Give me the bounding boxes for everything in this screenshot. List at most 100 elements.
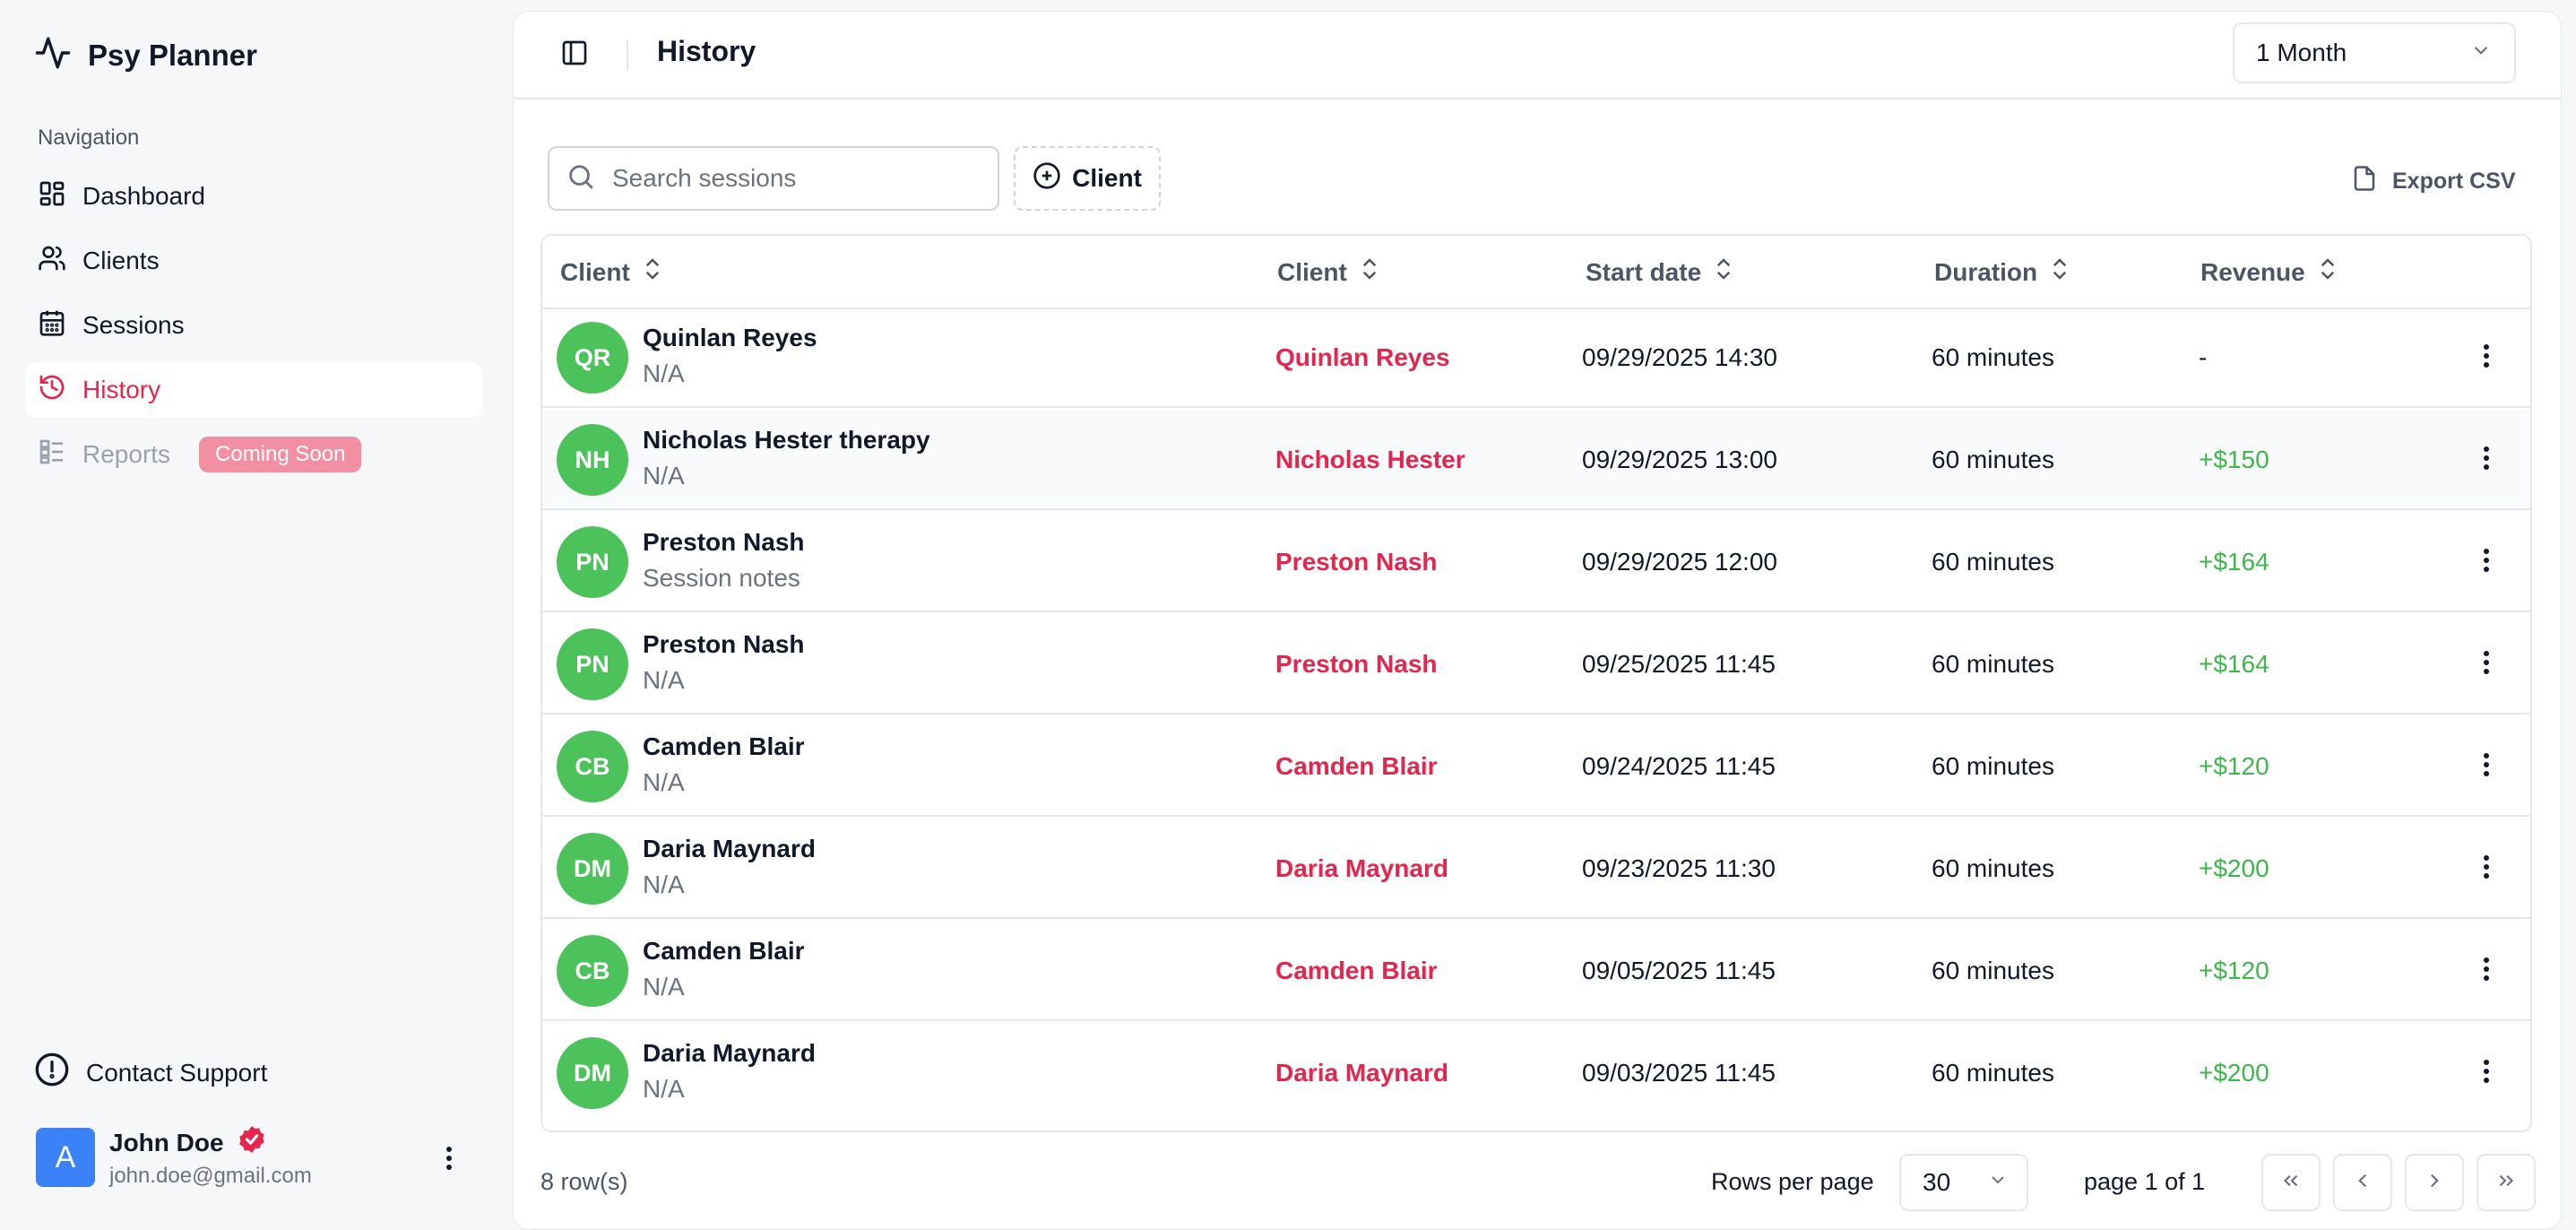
sidebar-item-reports: Reports Coming Soon [25,427,482,482]
column-header-start-date[interactable]: Start date [1586,256,1733,289]
verified-badge-icon [237,1124,267,1161]
client-link[interactable]: Daria Maynard [1275,1059,1448,1087]
user-profile: A John Doe john.doe@gmail.com [36,1122,484,1198]
sidebar-item-clients[interactable]: Clients [25,233,482,289]
duration: 60 minutes [1932,548,2054,576]
table-row[interactable]: DM Daria Maynard N/A Daria Maynard 09/23/202… [542,819,2530,919]
table-row[interactable]: CB Camden Blair N/A Camden Blair 09/05/2025 … [542,921,2530,1021]
client-link[interactable]: Quinlan Reyes [1275,343,1450,372]
table-row[interactable]: DM Daria Maynard N/A Daria Maynard 09/03/202… [542,1023,2530,1123]
column-header-duration[interactable]: Duration [1934,256,2070,289]
sidebar-toggle-button[interactable] [553,35,596,74]
start-date: 09/23/2025 11:30 [1582,854,1776,882]
sort-icon [643,256,662,289]
chevron-left-icon [2351,1169,2374,1197]
session-notes: N/A [643,768,685,796]
first-page-button[interactable] [2261,1154,2321,1211]
row-actions-button[interactable] [2473,338,2500,377]
chevrons-right-icon [2494,1169,2518,1197]
table-row[interactable]: PN Preston Nash Session notes Preston Nash 0… [542,512,2530,612]
revenue: +$200 [2199,1059,2269,1087]
sidebar-item-label: Clients [82,247,160,274]
start-date: 09/05/2025 11:45 [1582,957,1776,984]
search-icon [566,161,596,196]
top-bar: History 1 Month [514,12,2561,100]
session-notes: N/A [643,462,685,489]
sidebar-item-sessions[interactable]: Sessions [25,298,482,353]
more-vertical-icon [2483,446,2490,475]
client-avatar: PN [557,526,628,598]
client-link[interactable]: Camden Blair [1275,752,1438,781]
session-notes: N/A [643,359,685,387]
client-avatar: QR [557,322,628,394]
column-header-revenue[interactable]: Revenue [2200,256,2338,289]
revenue: +$164 [2199,548,2269,576]
column-label: Client [1277,257,1347,286]
previous-page-button[interactable] [2333,1154,2392,1211]
session-notes: N/A [643,666,685,694]
row-actions-button[interactable] [2473,542,2500,582]
client-link[interactable]: Camden Blair [1275,957,1438,985]
table-row[interactable]: PN Preston Nash N/A Preston Nash 09/25/2025 … [542,614,2530,715]
plus-circle-icon [1033,161,1061,196]
panel-left-icon [560,39,589,72]
column-header-client-link[interactable]: Client [1277,256,1379,289]
contact-support-link[interactable]: Contact Support [34,1052,267,1094]
rows-per-page-value: 30 [1923,1168,1951,1196]
more-vertical-icon [445,1146,453,1175]
table-row[interactable]: CB Camden Blair N/A Camden Blair 09/24/2025 … [542,716,2530,817]
more-vertical-icon [2483,752,2490,782]
more-vertical-icon [2483,650,2490,680]
next-page-button[interactable] [2405,1154,2464,1211]
export-label: Export CSV [2392,169,2516,194]
brand[interactable]: Psy Planner [34,34,257,76]
row-actions-button[interactable] [2473,849,2500,888]
client-link[interactable]: Nicholas Hester [1275,446,1465,474]
client-link[interactable]: Preston Nash [1275,650,1438,679]
more-vertical-icon [2483,548,2490,577]
nav-heading: Navigation [38,126,140,150]
search-input[interactable] [610,163,972,194]
revenue: - [2199,343,2208,371]
export-csv-button[interactable]: Export CSV [2351,164,2516,199]
session-title: Camden Blair [643,937,805,965]
client-avatar: DM [557,1037,628,1109]
client-filter-button[interactable]: Client [1014,146,1161,211]
table-row[interactable]: QR Quinlan Reyes N/A Quinlan Reyes 09/29/202… [542,308,2530,408]
sidebar-item-dashboard[interactable]: Dashboard [25,169,482,224]
column-header-client[interactable]: Client [560,256,662,289]
row-actions-button[interactable] [2473,747,2500,786]
more-vertical-icon [2483,1059,2490,1088]
client-link[interactable]: Preston Nash [1275,548,1438,576]
client-link[interactable]: Daria Maynard [1275,854,1448,883]
session-title: Preston Nash [643,528,805,556]
sidebar-item-history[interactable]: History [25,362,482,418]
duration: 60 minutes [1932,957,2054,984]
main-panel: History 1 Month Client Export CSV Client… [513,11,2562,1230]
start-date: 09/29/2025 14:30 [1582,343,1777,371]
page-title: History [657,35,756,67]
page-info: page 1 of 1 [2084,1168,2206,1195]
row-actions-button[interactable] [2473,951,2500,991]
revenue: +$120 [2199,752,2269,780]
rows-per-page-select[interactable]: 30 [1899,1154,2028,1211]
user-menu-button[interactable] [436,1142,462,1178]
session-notes: N/A [643,871,685,898]
start-date: 09/24/2025 11:45 [1582,752,1776,780]
row-actions-button[interactable] [2473,1053,2500,1093]
start-date: 09/25/2025 11:45 [1582,650,1776,678]
client-avatar: DM [557,833,628,905]
row-actions-button[interactable] [2473,440,2500,480]
last-page-button[interactable] [2477,1154,2536,1211]
session-title: Daria Maynard [643,835,816,862]
file-icon [2351,164,2378,199]
period-select[interactable]: 1 Month [2233,22,2516,83]
user-email: john.doe@gmail.com [109,1164,312,1188]
column-label: Client [560,257,630,286]
sidebar-item-label: Reports [82,440,171,468]
row-actions-button[interactable] [2473,645,2500,684]
sidebar: Psy Planner Navigation Dashboard Clients… [0,0,511,1217]
support-label: Contact Support [86,1058,268,1087]
app-name: Psy Planner [88,38,257,72]
table-row[interactable]: NH Nicholas Hester therapy N/A Nicholas Hes… [542,410,2530,510]
